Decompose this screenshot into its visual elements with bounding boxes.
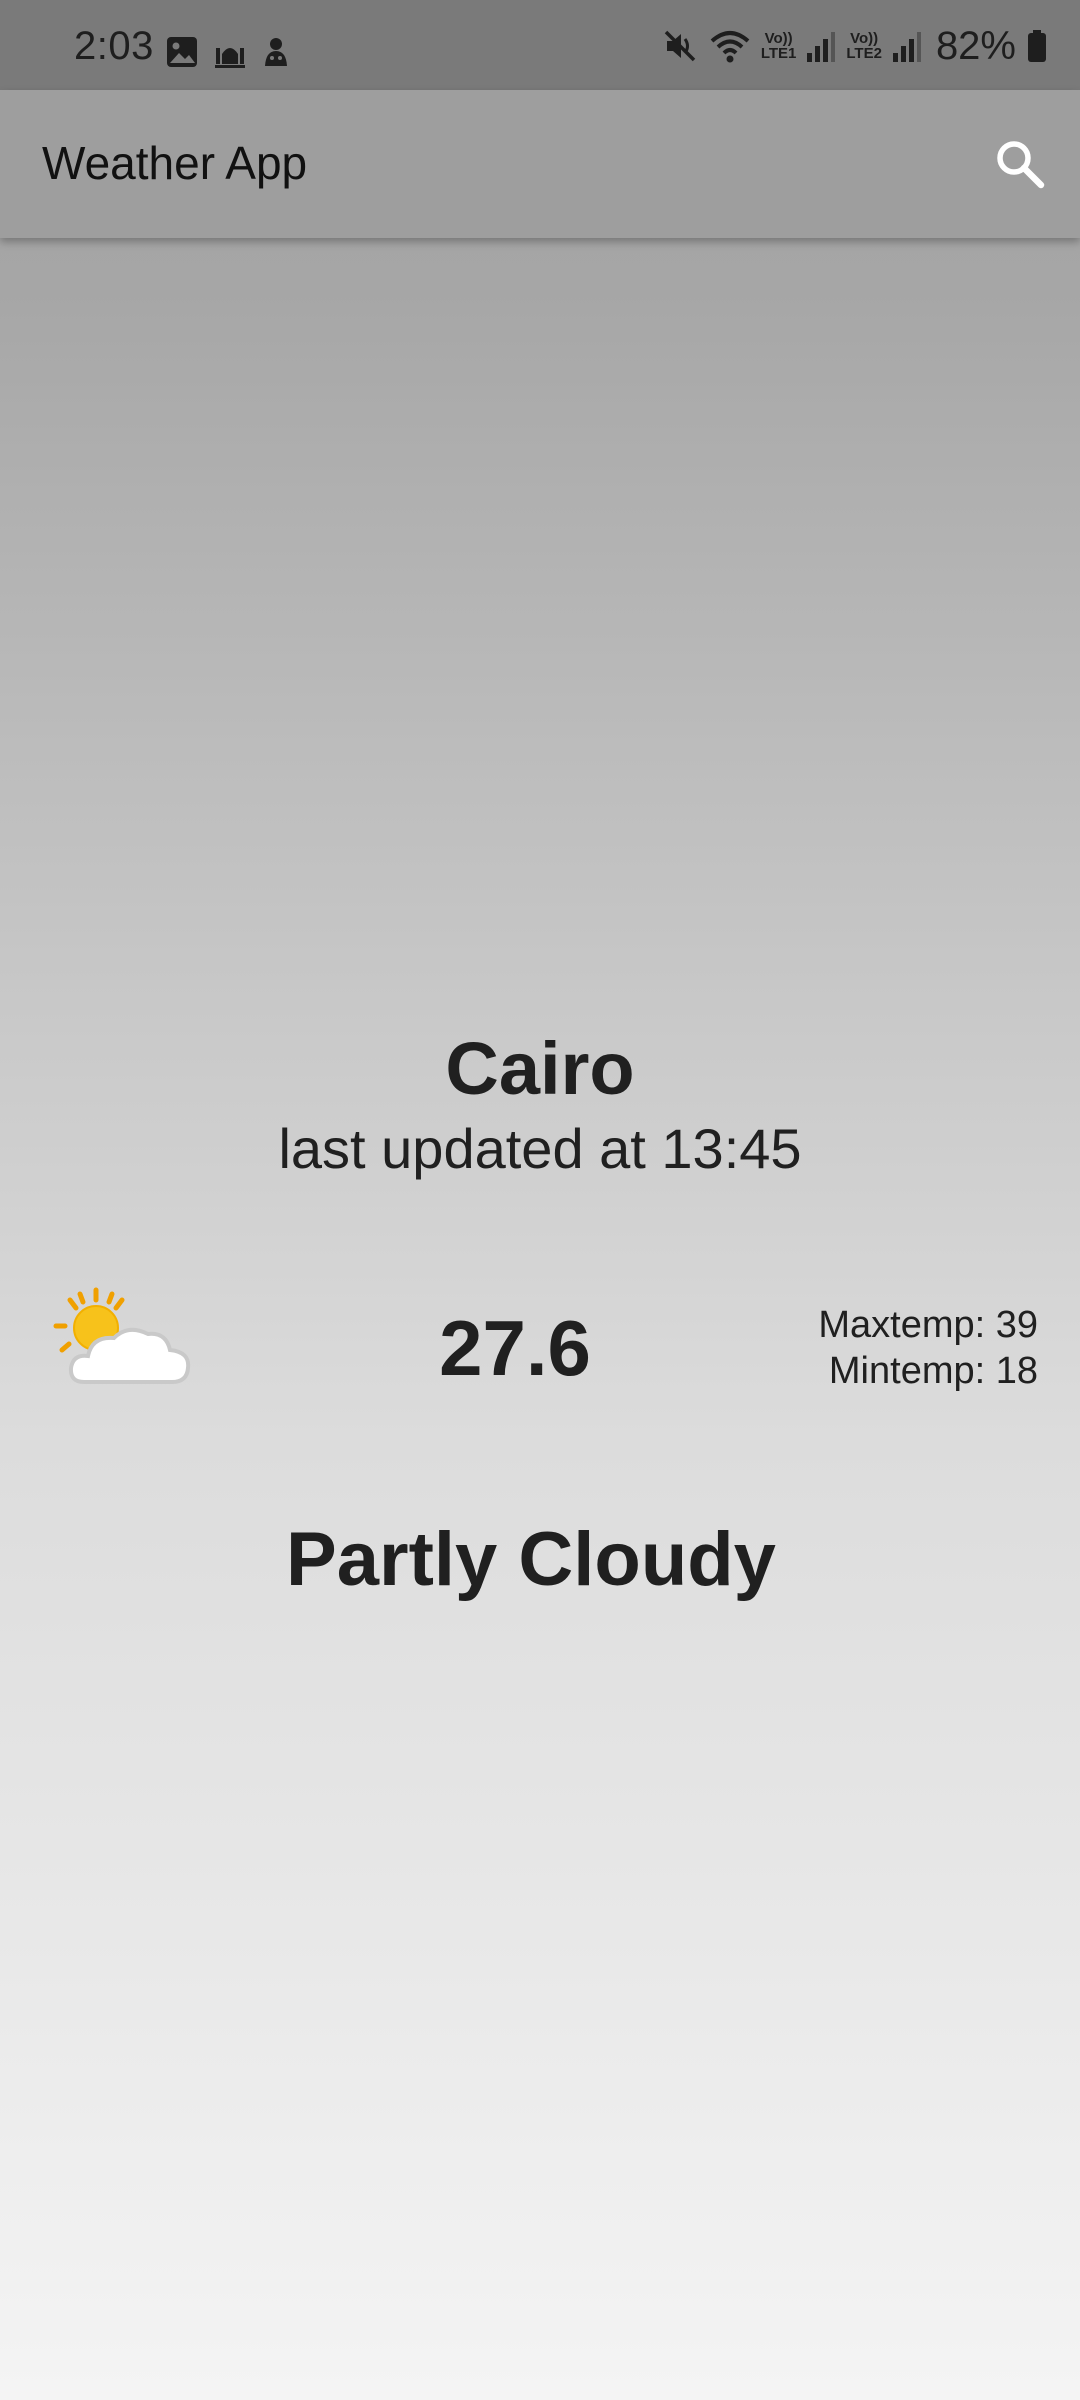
battery-icon — [1028, 30, 1046, 62]
mosque-icon — [215, 48, 245, 68]
lte1-top-text: Vo)) — [764, 30, 793, 47]
search-icon — [997, 141, 1045, 189]
min-max-temps: Maxtemp: 39 Mintemp: 18 — [818, 1302, 1038, 1394]
status-time: 2:03 — [74, 24, 154, 68]
weather-screen: 2:03 Vo)) LTE1 Vo)) LTE2 82% Weather App… — [0, 0, 1080, 2400]
last-updated-text: last updated at 13:45 — [278, 1117, 802, 1180]
lte1-bottom-text: LTE1 — [760, 45, 797, 62]
app-title: Weather App — [42, 137, 308, 189]
lte2-bottom-text: LTE2 — [846, 45, 882, 62]
lte1-label: Vo)) LTE1 — [761, 31, 797, 61]
gallery-icon — [167, 37, 197, 67]
temperature-value: 27.6 — [439, 1304, 591, 1392]
signal-lte2-icon — [892, 32, 921, 62]
app-notification-icon — [265, 38, 287, 66]
signal-lte1-icon — [807, 32, 836, 62]
search-button[interactable] — [990, 134, 1050, 194]
partly-cloudy-icon — [53, 1287, 191, 1384]
lte2-label: Vo)) LTE2 — [846, 31, 882, 61]
status-bar: 2:03 Vo)) LTE1 Vo)) LTE2 82% — [0, 0, 1080, 90]
app-bar: Weather App — [0, 90, 1080, 238]
battery-percent: 82% — [935, 24, 1016, 68]
mute-icon — [664, 30, 696, 62]
max-temp: Maxtemp: 39 — [818, 1304, 1038, 1346]
status-right-group: Vo)) LTE1 Vo)) LTE2 82% — [661, 24, 1048, 68]
min-temp: Mintemp: 18 — [828, 1350, 1038, 1392]
lte2-top-text: Vo)) — [850, 30, 879, 47]
wifi-icon — [710, 31, 750, 63]
city-name: Cairo — [445, 1027, 635, 1110]
weather-condition: Partly Cloudy — [286, 1517, 776, 1602]
